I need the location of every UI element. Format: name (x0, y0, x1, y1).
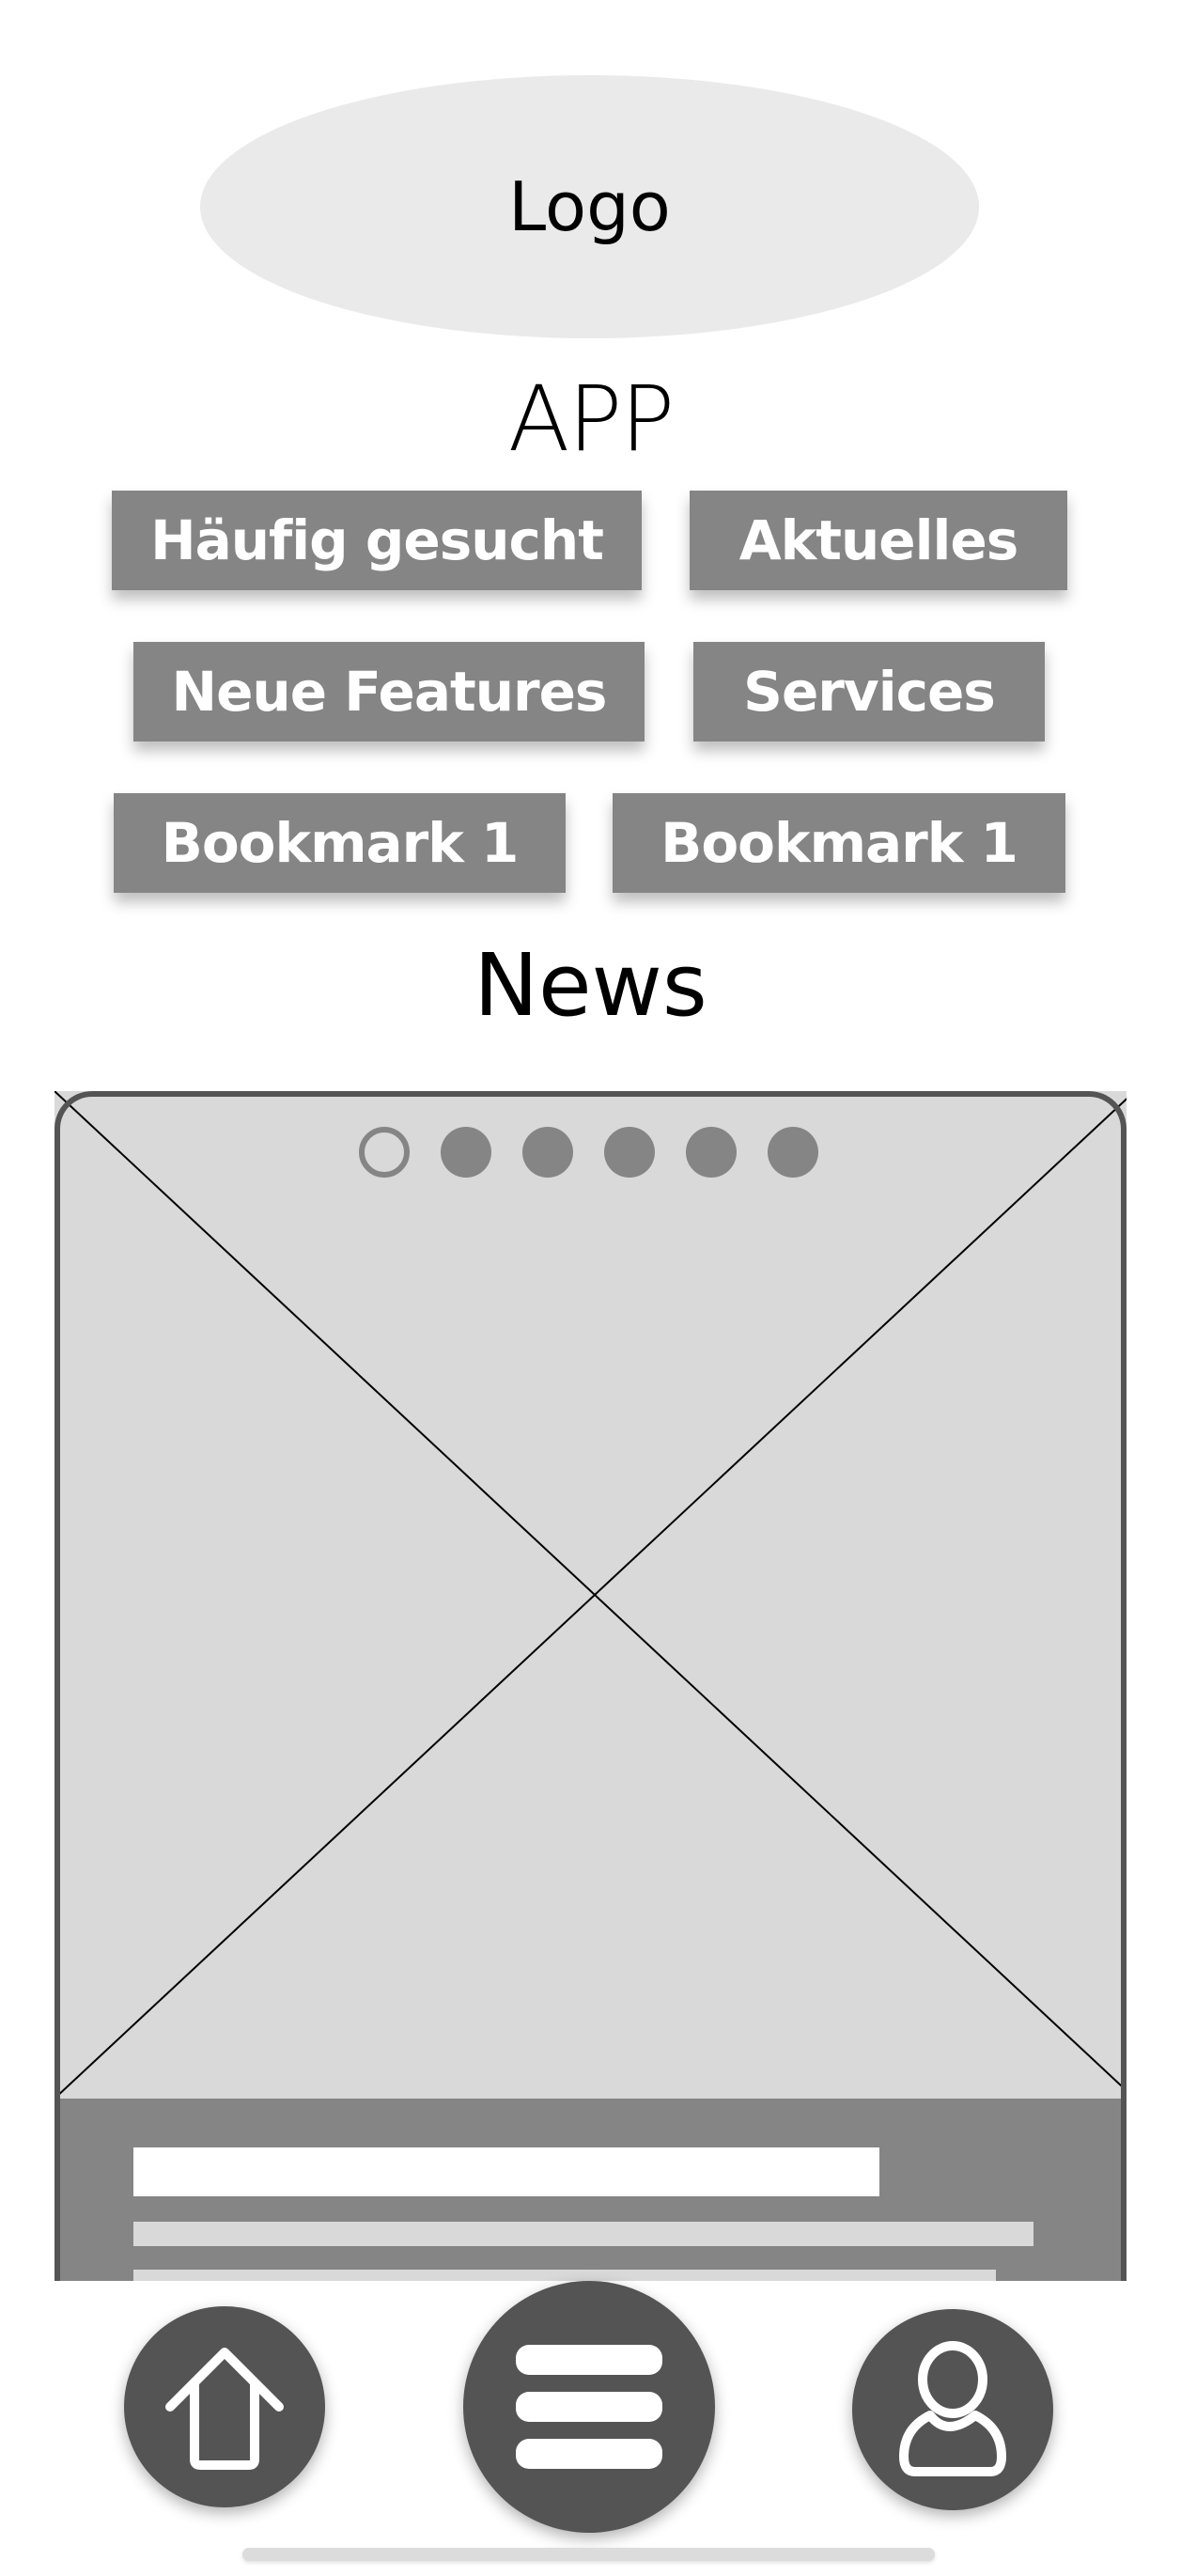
logo-label: Logo (508, 167, 671, 246)
news-card-footer (54, 2099, 1127, 2281)
app-title: APP (507, 367, 675, 472)
news-text-line-placeholder (133, 2222, 1033, 2246)
news-card[interactable] (54, 1091, 1127, 2281)
nav-menu-button[interactable] (463, 2281, 715, 2533)
quick-link-aktuelles[interactable]: Aktuelles (690, 491, 1067, 590)
quick-link-neue-features[interactable]: Neue Features (133, 642, 645, 742)
carousel-dot[interactable] (441, 1127, 491, 1178)
quick-link-bookmark-2[interactable]: Bookmark 1 (613, 793, 1065, 893)
carousel-dot[interactable] (359, 1127, 410, 1178)
news-headline-placeholder (133, 2147, 879, 2196)
home-icon (165, 2348, 284, 2470)
home-indicator-bar[interactable] (242, 2548, 935, 2561)
news-title: News (474, 935, 707, 1036)
news-image-placeholder (54, 1091, 1127, 2099)
carousel-dot[interactable] (768, 1127, 818, 1178)
logo: Logo (200, 75, 979, 338)
quick-link-bookmark-1[interactable]: Bookmark 1 (114, 793, 566, 893)
carousel-dot[interactable] (604, 1127, 655, 1178)
quick-link-haeufig-gesucht[interactable]: Häufig gesucht (112, 491, 642, 590)
image-placeholder-icon (54, 1091, 1127, 2099)
menu-icon (516, 2345, 662, 2469)
nav-home-button[interactable] (124, 2306, 325, 2507)
nav-profile-button[interactable] (852, 2309, 1053, 2510)
carousel-dot[interactable] (686, 1127, 737, 1178)
news-text-line-placeholder (133, 2270, 996, 2281)
quick-link-services[interactable]: Services (693, 642, 1045, 742)
user-icon (899, 2341, 1006, 2476)
carousel-dot[interactable] (522, 1127, 573, 1178)
